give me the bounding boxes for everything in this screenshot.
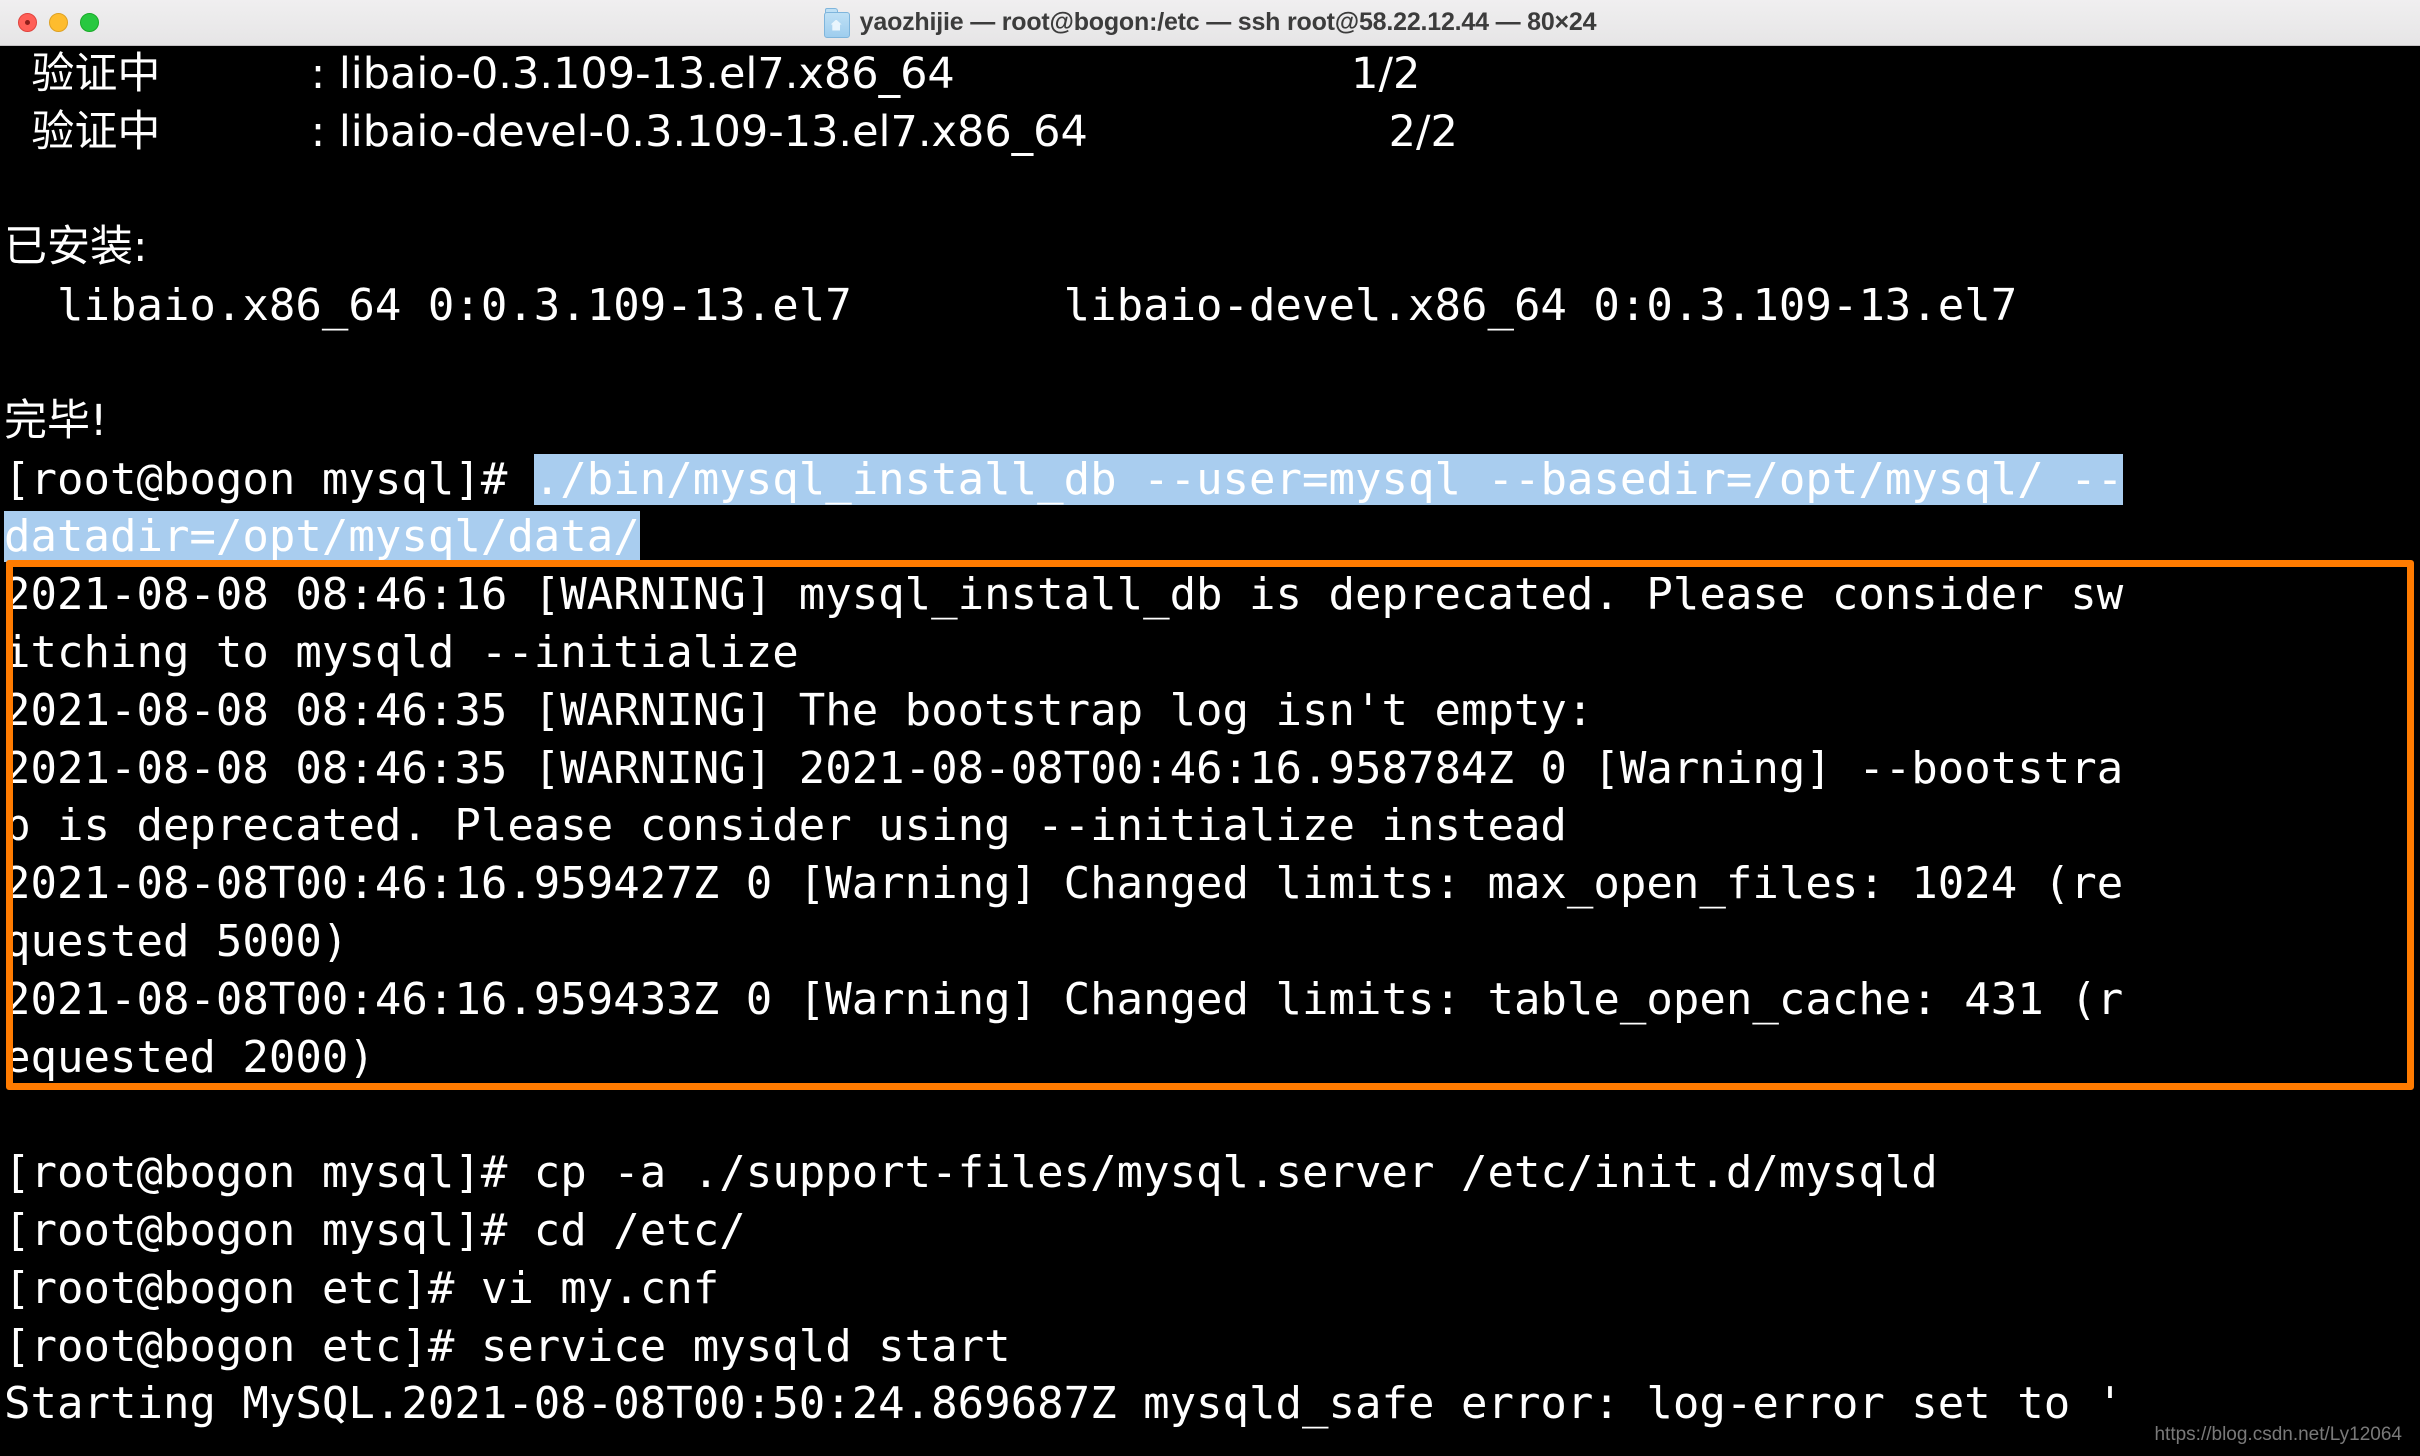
terminal-line: itching to mysqld --initialize xyxy=(4,626,799,678)
terminal-line: 完毕! xyxy=(4,395,108,446)
terminal-line: 2021-08-08 08:46:16 [WARNING] mysql_inst… xyxy=(4,569,2124,621)
terminal-line: libaio.x86_64 0:0.3.109-13.el7 libaio-de… xyxy=(4,280,2018,332)
terminal-line: [root@bogon mysql]# cp -a ./support-file… xyxy=(4,1147,1938,1199)
minimize-button[interactable] xyxy=(49,13,68,32)
terminal-window: yaozhijie — root@bogon:/etc — ssh root@5… xyxy=(0,0,2420,1456)
window-controls xyxy=(18,13,99,32)
terminal-line: 2021-08-08 08:46:35 [WARNING] 2021-08-08… xyxy=(4,742,2124,794)
terminal-text-buffer: 验证中 : libaio-0.3.109-13.el7.x86_64 1/2 验… xyxy=(0,46,2124,1433)
terminal-line: 已安装: xyxy=(4,222,148,273)
terminal-line: Starting MySQL.2021-08-08T00:50:24.86968… xyxy=(4,1378,2124,1430)
terminal-line: [root@bogon mysql]# cd /etc/ xyxy=(4,1204,746,1256)
terminal-line: [root@bogon etc]# service mysqld start xyxy=(4,1320,1011,1372)
terminal-screen[interactable]: 验证中 : libaio-0.3.109-13.el7.x86_64 1/2 验… xyxy=(0,46,2420,1456)
terminal-line: equested 2000) xyxy=(4,1031,375,1083)
selected-command-text[interactable]: ./bin/mysql_install_db --user=mysql --ba… xyxy=(533,453,2124,505)
watermark: https://blog.csdn.net/Ly12064 xyxy=(2154,1424,2402,1445)
shell-prompt: [root@bogon mysql]# xyxy=(4,453,534,505)
terminal-line: 验证中 : libaio-0.3.109-13.el7.x86_64 1/2 xyxy=(4,49,1421,99)
window-titlebar[interactable]: yaozhijie — root@bogon:/etc — ssh root@5… xyxy=(0,0,2420,46)
terminal-line: 2021-08-08 08:46:35 [WARNING] The bootst… xyxy=(4,684,1594,736)
folder-icon xyxy=(823,7,850,38)
terminal-line: [root@bogon etc]# vi my.cnf xyxy=(4,1262,720,1314)
terminal-line: 2021-08-08T00:46:16.959433Z 0 [Warning] … xyxy=(4,973,2124,1025)
terminal-line: p is deprecated. Please consider using -… xyxy=(4,800,1567,852)
terminal-line: 验证中 : libaio-devel-0.3.109-13.el7.x86_64… xyxy=(4,106,1458,157)
maximize-button[interactable] xyxy=(80,13,99,32)
window-title: yaozhijie — root@bogon:/etc — ssh root@5… xyxy=(859,8,1597,36)
terminal-line: 2021-08-08T00:46:16.959427Z 0 [Warning] … xyxy=(4,858,2124,910)
terminal-line: [root@bogon mysql]# ./bin/mysql_install_… xyxy=(0,451,2124,509)
window-title-group: yaozhijie — root@bogon:/etc — ssh root@5… xyxy=(0,0,2420,45)
terminal-line: quested 5000) xyxy=(4,915,349,967)
terminal-line: datadir=/opt/mysql/data/ xyxy=(0,508,2123,566)
selected-command-text[interactable]: datadir=/opt/mysql/data/ xyxy=(4,511,640,563)
close-button[interactable] xyxy=(18,13,37,32)
